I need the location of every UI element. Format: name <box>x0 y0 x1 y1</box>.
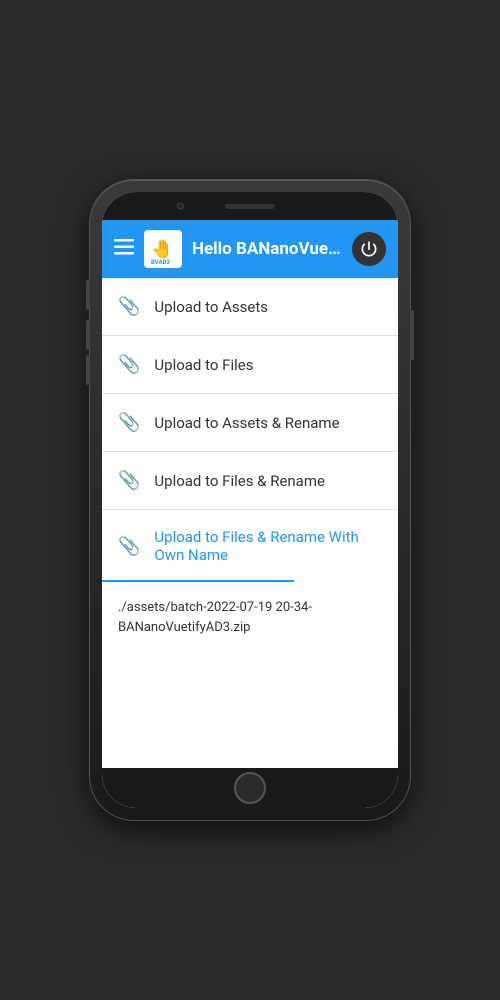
item-label-upload-files-rename-own: Upload to Files & Rename With Own Name <box>154 528 382 564</box>
hamburger-icon[interactable] <box>114 239 134 259</box>
item-label-upload-files-rename: Upload to Files & Rename <box>154 472 325 490</box>
list-item-upload-files-rename[interactable]: 📎 Upload to Files & Rename <box>102 452 398 510</box>
clip-icon-2: 📎 <box>118 354 140 375</box>
logo-box: 🤚 BVAD3 <box>144 230 182 268</box>
list-item-upload-files-rename-own[interactable]: 📎 Upload to Files & Rename With Own Name <box>102 510 398 582</box>
list-item-upload-files[interactable]: 📎 Upload to Files <box>102 336 398 394</box>
clip-icon-5: 📎 <box>118 536 140 557</box>
phone-screen: 🤚 BVAD3 Hello BANanoVue... 📎 Upload to A… <box>102 192 398 808</box>
camera-dot <box>177 203 184 210</box>
app-content: 📎 Upload to Assets 📎 Upload to Files 📎 U… <box>102 278 398 768</box>
phone-outer: 🤚 BVAD3 Hello BANanoVue... 📎 Upload to A… <box>90 180 410 820</box>
svg-text:🤚: 🤚 <box>151 238 173 260</box>
clip-icon-4: 📎 <box>118 470 140 491</box>
svg-text:BVAD3: BVAD3 <box>151 259 170 265</box>
phone-top-bar <box>102 192 398 220</box>
home-button[interactable] <box>234 772 266 804</box>
item-label-upload-files: Upload to Files <box>154 356 253 374</box>
item-label-upload-assets: Upload to Assets <box>154 298 268 316</box>
item-label-upload-assets-rename: Upload to Assets & Rename <box>154 414 339 432</box>
list-item-upload-assets-rename[interactable]: 📎 Upload to Assets & Rename <box>102 394 398 452</box>
clip-icon-1: 📎 <box>118 296 140 317</box>
phone-bottom <box>102 768 398 808</box>
app-header: 🤚 BVAD3 Hello BANanoVue... <box>102 220 398 278</box>
output-text: ./assets/batch-2022-07-19 20-34-BANanoVu… <box>102 582 398 647</box>
clip-icon-3: 📎 <box>118 412 140 433</box>
list-item-upload-assets[interactable]: 📎 Upload to Assets <box>102 278 398 336</box>
progress-line <box>102 580 294 582</box>
speaker <box>225 204 275 209</box>
power-button[interactable] <box>352 232 386 266</box>
app-title: Hello BANanoVue... <box>192 239 342 259</box>
